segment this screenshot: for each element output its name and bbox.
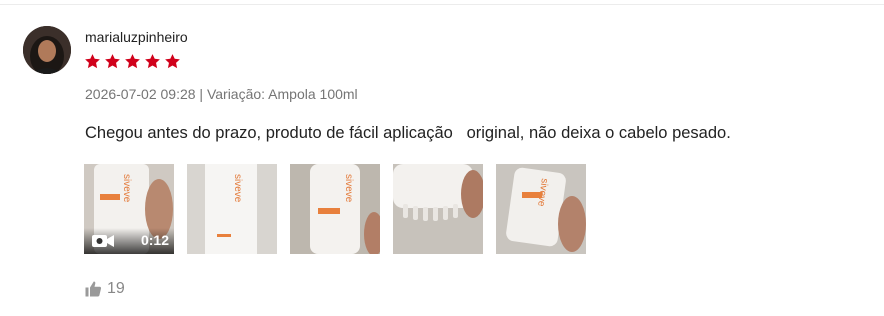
review-video-thumbnail[interactable]: siveve 0:12 xyxy=(84,164,174,254)
review-photo: siveve xyxy=(187,164,277,254)
top-divider xyxy=(0,4,884,5)
review-comment: Chegou antes do prazo, produto de fácil … xyxy=(85,124,731,142)
thumbs-up-icon xyxy=(85,281,102,297)
like-count: 19 xyxy=(107,280,125,297)
svg-text:siveve: siveve xyxy=(343,174,354,203)
svg-text:siveve: siveve xyxy=(232,174,243,203)
star-icon xyxy=(85,54,100,69)
review-photo: siveve xyxy=(496,164,586,254)
review-meta: 2026-07-02 09:28 | Variação: Ampola 100m… xyxy=(85,86,358,102)
avatar-photo xyxy=(23,26,71,74)
avatar[interactable] xyxy=(23,26,71,74)
review-image-thumbnail[interactable]: siveve xyxy=(187,164,277,254)
rating-stars xyxy=(84,53,181,70)
star-icon xyxy=(145,54,160,69)
review-image-thumbnail[interactable]: siveve xyxy=(290,164,380,254)
video-camera-icon xyxy=(92,235,114,247)
star-icon xyxy=(125,54,140,69)
review-media-list: siveve 0:12 siveve siveve siveve xyxy=(84,164,586,254)
review-image-thumbnail[interactable] xyxy=(393,164,483,254)
review-photo xyxy=(393,164,483,254)
video-duration: 0:12 xyxy=(140,232,169,248)
star-icon xyxy=(165,54,180,69)
review-image-thumbnail[interactable]: siveve xyxy=(496,164,586,254)
star-icon xyxy=(105,54,120,69)
svg-text:siveve: siveve xyxy=(121,174,132,203)
like-button[interactable]: 19 xyxy=(84,280,125,298)
review-photo: siveve xyxy=(290,164,380,254)
review-username: marialuzpinheiro xyxy=(85,29,188,45)
